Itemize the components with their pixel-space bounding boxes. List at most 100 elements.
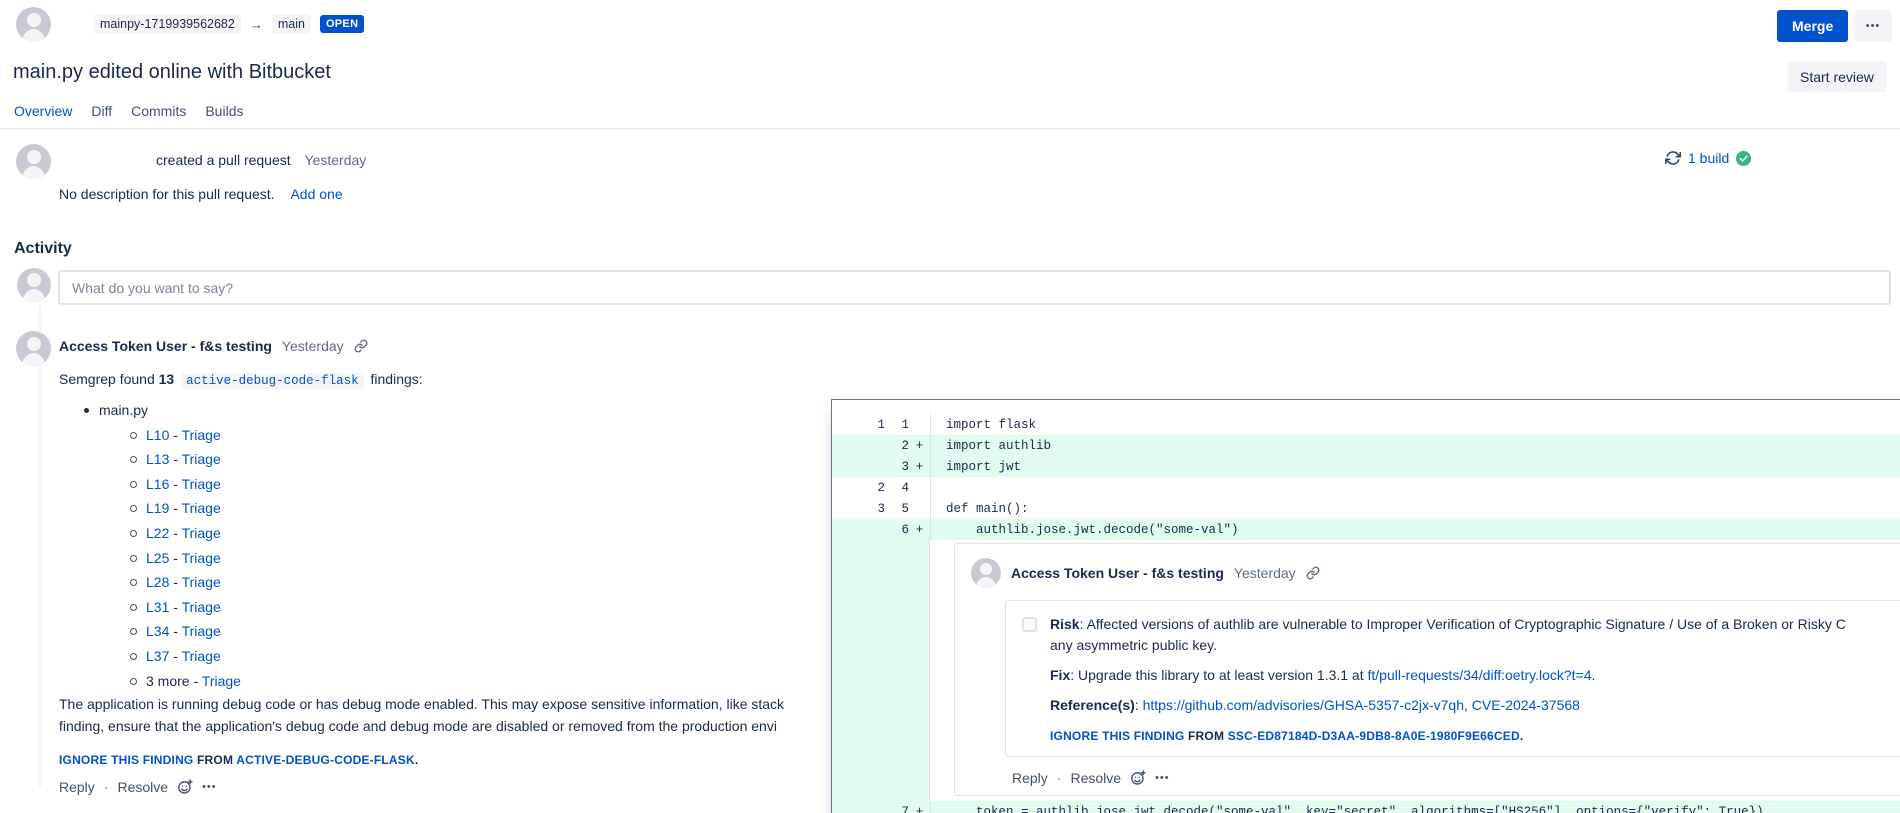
ignore-from-text: FROM (197, 753, 233, 767)
finding-item: 3 more - Triage (130, 669, 241, 694)
risk-line1: Risk: Affected versions of authlib are v… (1050, 614, 1846, 635)
references-label: Reference(s) (1050, 697, 1135, 713)
tab-builds[interactable]: Builds (205, 103, 243, 130)
finding-item: L37 - Triage (130, 644, 241, 669)
finding-line-link[interactable]: L13 (146, 451, 169, 467)
new-line-number: 3 (885, 460, 909, 474)
finding-triage-link[interactable]: Triage (202, 673, 241, 689)
finding-line-link[interactable]: L25 (146, 550, 169, 566)
ignore-finding-row: IGNORE THIS FINDING FROM ACTIVE-DEBUG-CO… (59, 753, 418, 767)
permalink-icon[interactable] (1306, 566, 1320, 580)
tab-overview[interactable]: Overview (14, 103, 72, 130)
diff-line-gutter: 24 (832, 477, 931, 498)
finding-line-link[interactable]: L34 (146, 623, 169, 639)
new-line-number: 4 (885, 481, 909, 495)
old-line-number: 3 (832, 502, 885, 516)
finding-line-link[interactable]: L22 (146, 525, 169, 541)
diff-line: 2+import authlib (832, 435, 1900, 456)
target-branch-lozenge[interactable]: main (272, 14, 311, 34)
finding-checkbox[interactable] (1022, 617, 1037, 632)
finding-triage-link[interactable]: Triage (182, 451, 221, 467)
more-options-icon[interactable]: ••• (1155, 772, 1170, 784)
build-success-icon (1736, 151, 1751, 166)
finding-triage-link[interactable]: Triage (182, 525, 221, 541)
build-count-link[interactable]: 1 build (1688, 150, 1729, 166)
finding-separator: - (190, 673, 202, 689)
finding-detail-card: Risk: Affected versions of authlib are v… (1005, 600, 1900, 757)
comment-time: Yesterday (1234, 565, 1296, 581)
finding-line-link[interactable]: L37 (146, 648, 169, 664)
rule-code-chip[interactable]: active-debug-code-flask (181, 373, 364, 389)
finding-triage-link[interactable]: Triage (182, 476, 221, 492)
new-line-number: 6 (885, 523, 909, 537)
inline-comment-card: Access Token User - f&s testing Yesterda… (954, 543, 1900, 796)
finding-triage-link[interactable]: Triage (182, 623, 221, 639)
add-description-link[interactable]: Add one (290, 186, 342, 202)
dot-separator: · (1057, 770, 1062, 786)
diff-line-gutter: 6+ (832, 519, 931, 540)
finding-line-link[interactable]: L31 (146, 599, 169, 615)
colon: : (1135, 697, 1143, 713)
avatar[interactable] (16, 7, 51, 42)
comment-author[interactable]: Access Token User - f&s testing (1011, 565, 1224, 581)
finding-item: L31 - Triage (130, 595, 241, 620)
add-reaction-icon[interactable] (177, 779, 193, 795)
ignore-finding-link[interactable]: IGNORE THIS FINDING (1050, 729, 1184, 743)
builds-refresh-icon (1665, 150, 1681, 166)
finding-line-link[interactable]: L16 (146, 476, 169, 492)
ignore-from-text: FROM (1188, 729, 1224, 743)
tab-diff[interactable]: Diff (91, 103, 112, 130)
ignore-finding-link[interactable]: IGNORE THIS FINDING (59, 753, 193, 767)
new-line-number: 7 (885, 805, 909, 813)
finding-triage-link[interactable]: Triage (182, 648, 221, 664)
cve-link[interactable]: CVE-2024-37568 (1472, 697, 1580, 713)
pull-request-page: mainpy-1719939562682 → main OPEN Merge •… (0, 0, 1900, 813)
merge-button[interactable]: Merge (1777, 10, 1848, 42)
avatar[interactable] (16, 144, 51, 179)
tab-commits[interactable]: Commits (131, 103, 186, 130)
start-review-button[interactable]: Start review (1787, 61, 1887, 92)
period: . (1592, 667, 1596, 683)
comment-input[interactable] (58, 270, 1891, 305)
finding-triage-link[interactable]: Triage (182, 427, 221, 443)
add-reaction-icon[interactable] (1130, 770, 1146, 786)
comment-author[interactable]: Access Token User - f&s testing (59, 338, 272, 354)
reply-link[interactable]: Reply (1012, 770, 1048, 786)
permalink-icon[interactable] (354, 339, 368, 353)
finding-triage-link[interactable]: Triage (182, 574, 221, 590)
comment-intro: Semgrep found 13 active-debug-code-flask… (59, 371, 423, 388)
finding-separator: - (169, 427, 181, 443)
diff-line: 3+import jwt (832, 456, 1900, 477)
risk-line2: any asymmetric public key. (1050, 635, 1846, 656)
old-line-number: 2 (832, 481, 885, 495)
comma: , (1464, 697, 1472, 713)
risk-text: : Affected versions of authlib are vulne… (1080, 616, 1846, 632)
avatar[interactable] (16, 331, 51, 366)
finding-triage-link[interactable]: Triage (182, 500, 221, 516)
finding-line-link[interactable]: L28 (146, 574, 169, 590)
code-text: authlib.jose.jwt.decode("some-val") (931, 523, 1239, 537)
finding-line-link[interactable]: L10 (146, 427, 169, 443)
more-options-icon[interactable]: ••• (1854, 10, 1892, 42)
avatar[interactable] (17, 268, 51, 302)
finding-triage-link[interactable]: Triage (182, 550, 221, 566)
branch-arrow-icon: → (250, 17, 263, 32)
inline-comment-header: Access Token User - f&s testing Yesterda… (971, 558, 1900, 588)
finding-line-link[interactable]: L19 (146, 500, 169, 516)
resolve-link[interactable]: Resolve (117, 779, 168, 795)
ignore-rule-link[interactable]: ACTIVE-DEBUG-CODE-FLASK (236, 753, 415, 767)
ignore-rule-link[interactable]: SSC-ED87184D-D3AA-9DB8-8A0E-1980F9E66CED (1228, 729, 1520, 743)
finding-separator: - (169, 451, 181, 467)
source-branch-lozenge[interactable]: mainpy-1719939562682 (94, 14, 241, 34)
more-options-icon[interactable]: ••• (202, 781, 217, 793)
finding-separator: - (169, 476, 181, 492)
finding-triage-link[interactable]: Triage (182, 599, 221, 615)
fix-link[interactable]: ft/pull-requests/34/diff:oetry.lock?t=4 (1368, 667, 1592, 683)
advisory-link[interactable]: https://github.com/advisories/GHSA-5357-… (1143, 697, 1464, 713)
finding-item: L16 - Triage (130, 472, 241, 497)
reply-link[interactable]: Reply (59, 779, 95, 795)
resolve-link[interactable]: Resolve (1070, 770, 1121, 786)
avatar[interactable] (971, 558, 1001, 588)
finding-item: L28 - Triage (130, 570, 241, 595)
finding-item: L25 - Triage (130, 546, 241, 571)
